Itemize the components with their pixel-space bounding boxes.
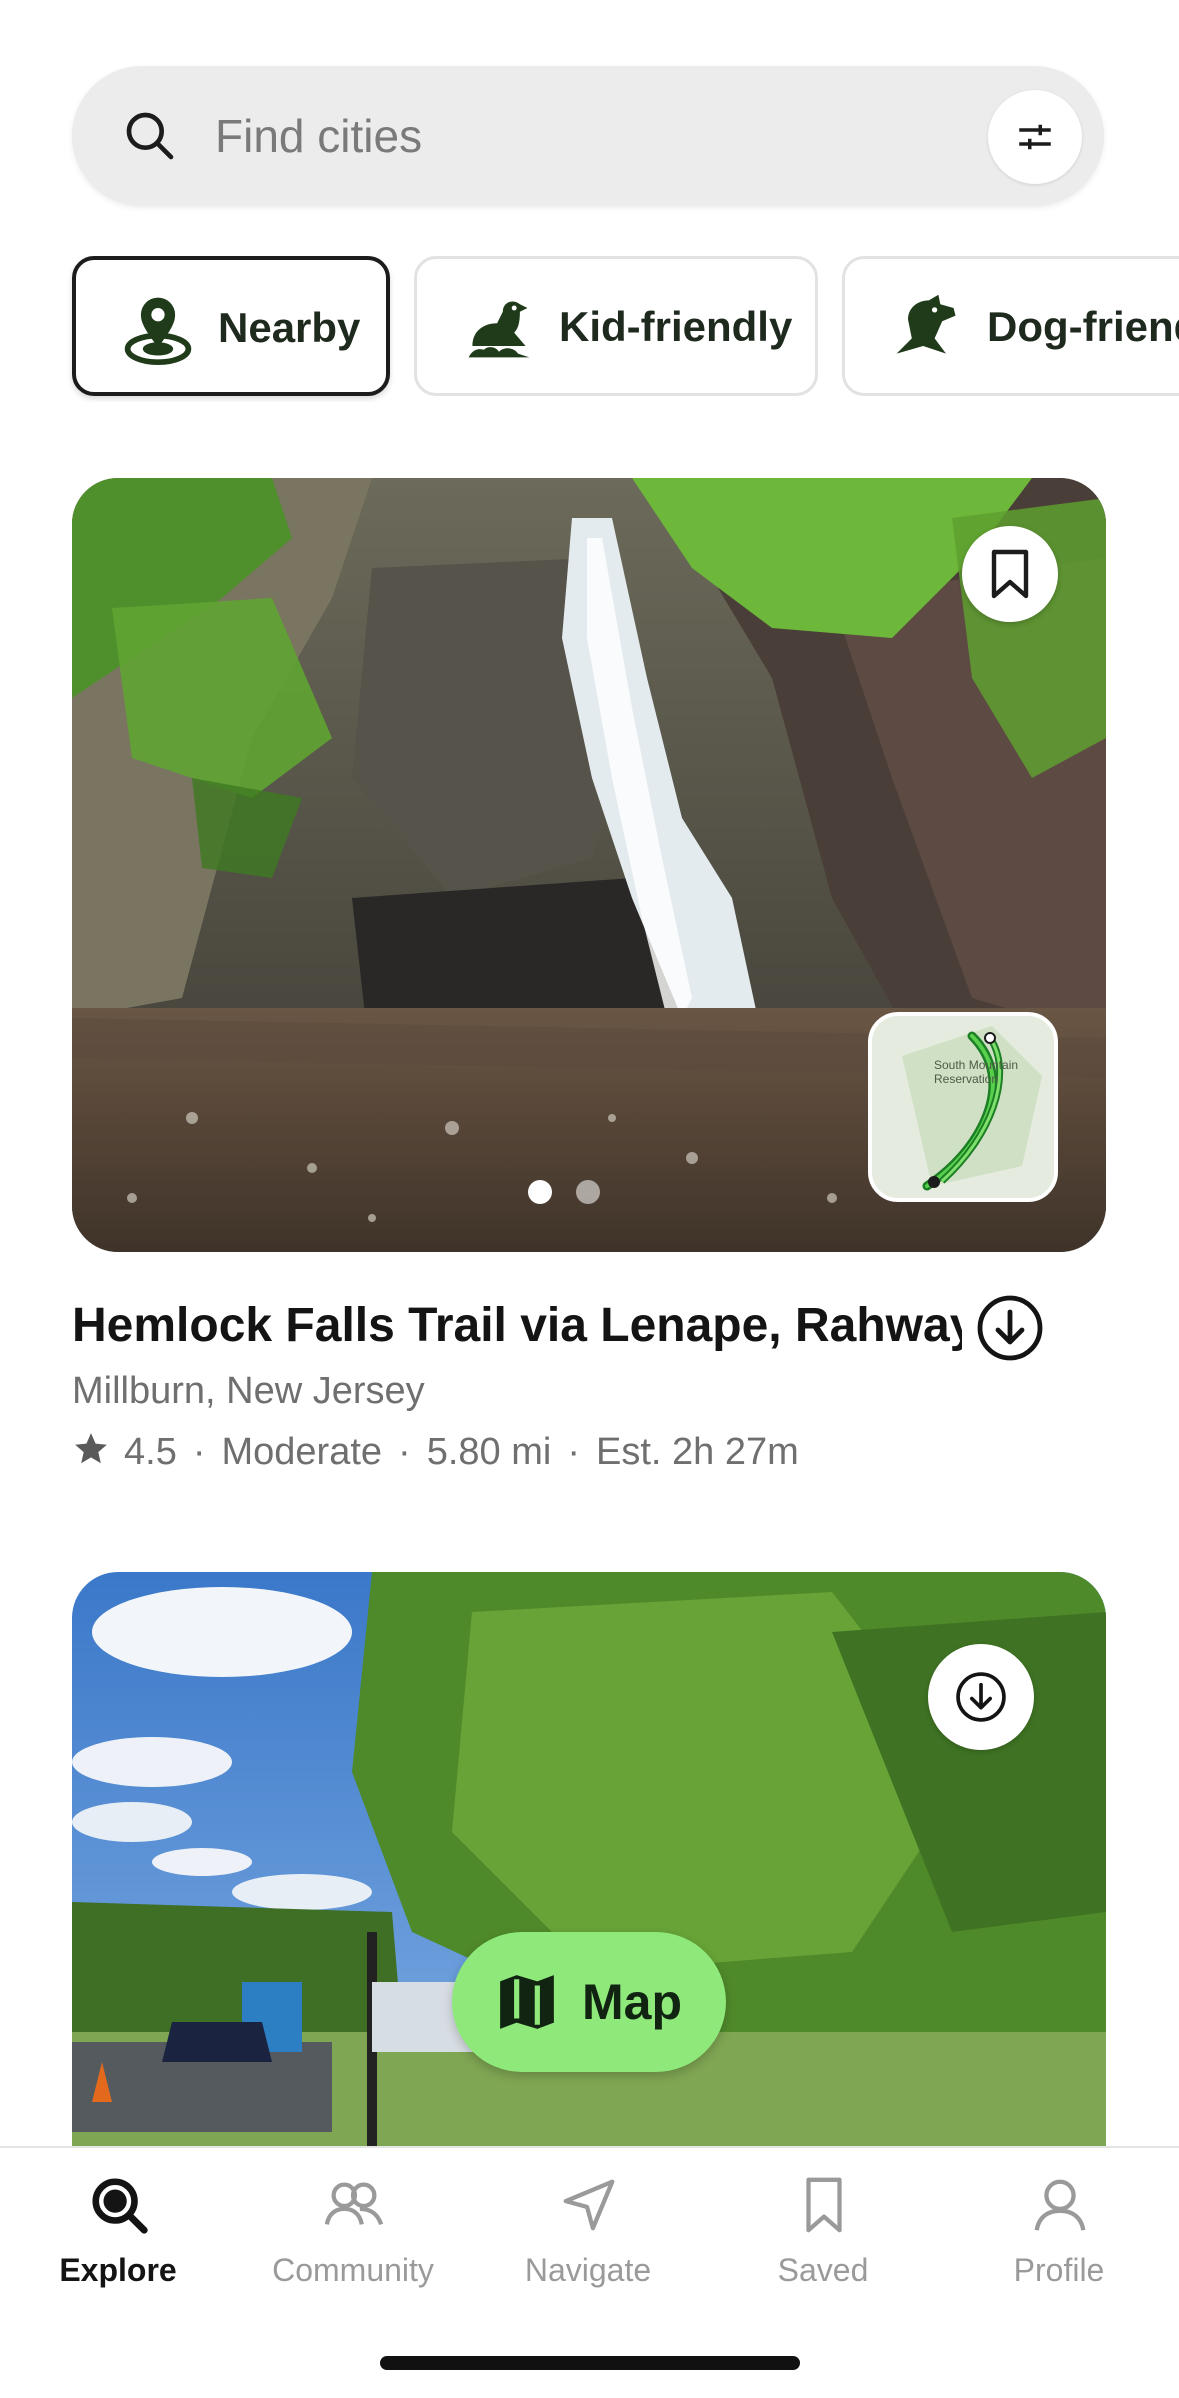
trail-stats: 4.5 · Moderate · 5.80 mi · Est. 2h 27m [72,1430,799,1474]
bookmark-icon [991,549,1029,599]
tab-label: Community [272,2252,434,2288]
trail-route-map [872,1016,1054,1198]
download-icon[interactable] [976,1294,1044,1362]
trail-location: Millburn, New Jersey [72,1370,425,1412]
tab-label: Profile [1013,2252,1105,2288]
sliders-icon [1019,124,1051,150]
trail-rating: 4.5 [124,1431,177,1473]
location-pin-icon [124,297,192,366]
minimap-label: South Mountain Reservation [934,1058,1019,1086]
chip-kid-friendly[interactable]: Kid-friendly [414,256,818,396]
map-button[interactable]: Map [452,1932,726,2072]
trail-title[interactable]: Hemlock Falls Trail via Lenape, Rahway,.… [72,1298,962,1358]
save-trail-button[interactable] [962,526,1058,622]
trail-minimap[interactable]: South Mountain Reservation [868,1012,1058,1202]
pagination-dot [576,1180,600,1204]
chip-label: Kid-friendly [559,303,793,350]
dog-icon [896,294,956,354]
category-chips: Nearby Kid-friendly Dog-friendly [0,256,1179,402]
separator: · [192,1431,206,1473]
search-icon [126,112,174,160]
chip-label: Nearby [218,304,361,351]
tab-label: Navigate [524,2252,652,2288]
tab-label: Explore [59,2252,177,2288]
bookmark-icon [806,2177,842,2233]
map-icon [500,1975,554,2029]
profile-icon [1034,2179,1086,2231]
community-icon [324,2182,384,2226]
map-button-label: Map [582,1974,682,2030]
tab-navigate[interactable]: Navigate [478,2148,698,2308]
navigate-arrow-icon [563,2179,615,2231]
trail-est-time: Est. 2h 27m [595,1431,799,1473]
separator: · [567,1431,580,1473]
kid-friendly-icon [468,301,530,358]
trail-distance: 5.80 mi [426,1431,552,1473]
star-icon [75,1433,107,1464]
explore-search-icon [92,2178,148,2234]
tab-community[interactable]: Community [243,2148,463,2308]
separator: · [398,1431,411,1473]
filter-button[interactable] [988,90,1082,184]
pagination-dot-active [528,1180,552,1204]
search-bar[interactable]: Find cities [72,66,1104,206]
chip-label: Dog-friendly [987,303,1179,350]
chip-nearby[interactable]: Nearby [72,256,390,396]
download-trail-button[interactable] [928,1644,1034,1750]
tab-label: Saved [777,2252,869,2288]
tab-saved[interactable]: Saved [713,2148,933,2308]
trail-difficulty: Moderate [221,1431,383,1473]
tab-profile[interactable]: Profile [949,2148,1169,2308]
search-placeholder: Find cities [215,110,423,162]
tab-explore[interactable]: Explore [8,2148,228,2308]
chip-dog-friendly[interactable]: Dog-friendly [842,256,1179,396]
home-indicator [380,2356,800,2370]
download-icon [956,1672,1006,1722]
